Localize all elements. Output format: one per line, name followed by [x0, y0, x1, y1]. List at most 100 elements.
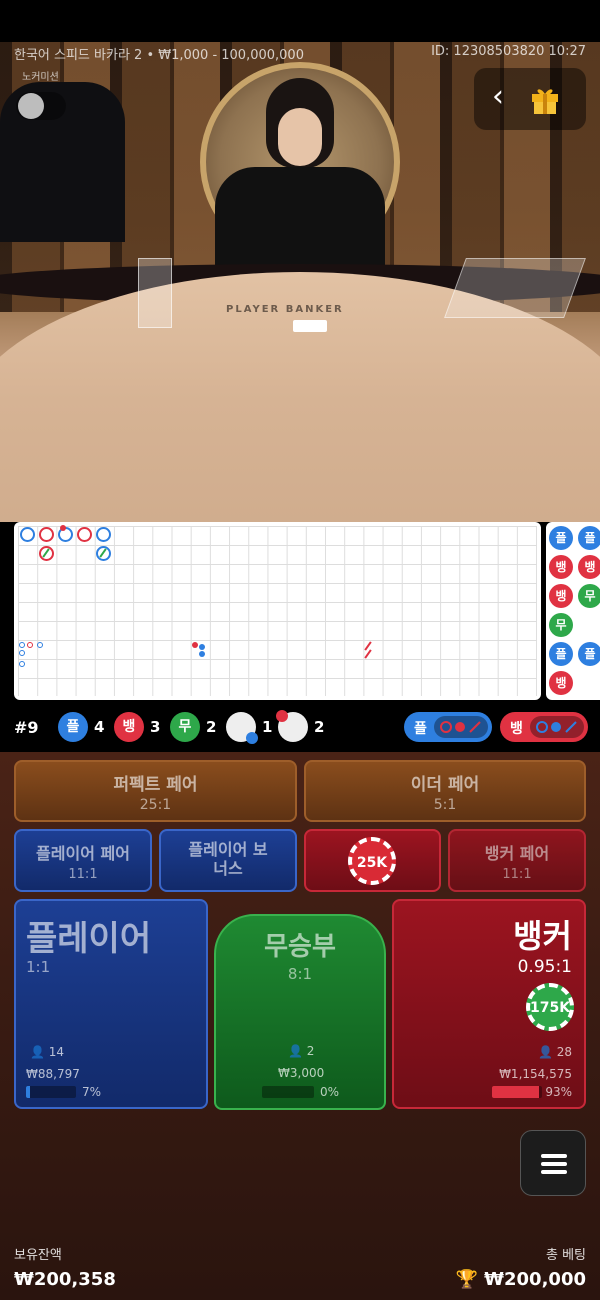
total-bet-value: 🏆 ₩200,000 [455, 1269, 586, 1290]
tie-bettors: 👤 2 [288, 1044, 314, 1058]
bet-chip: 175K [526, 983, 574, 1031]
dealer-face [278, 108, 322, 166]
bead-banker: 뱅 [549, 555, 573, 579]
result-stats: #9 플 4 뱅 3 무 2 1 2 플 뱅 [14, 710, 588, 744]
small-road-mark [19, 642, 25, 648]
small-road-mark [19, 650, 25, 656]
pair-dot [60, 525, 66, 531]
banker-pair-bet[interactable]: 뱅커 페어 11:1 [448, 829, 586, 892]
banker-bettors: 👤 28 [538, 1045, 572, 1059]
gift-icon[interactable] [528, 82, 562, 116]
player-pair-icon [226, 712, 258, 744]
balance-label: 보유잔액 [14, 1248, 62, 1263]
player-pair-label: 플레이어 페어 [36, 844, 130, 863]
banker-bettors-count: 28 [556, 1045, 572, 1059]
banker-pair-count: 2 [314, 718, 325, 736]
bet-chip: 25K [348, 837, 396, 885]
bead-road[interactable]: 플 플 뱅 뱅 뱅 무 무 플 플 뱅 [546, 522, 600, 700]
either-pair-bet[interactable]: 이더 페어 5:1 [304, 760, 586, 822]
tie-percent: 0% [320, 1085, 340, 1099]
perfect-pair-bet[interactable]: 퍼펙트 페어 25:1 [14, 760, 297, 822]
bead-player: 플 [578, 642, 600, 666]
perfect-pair-odds: 25:1 [139, 797, 172, 813]
banker-progress-fill [492, 1086, 539, 1098]
card [293, 320, 327, 332]
bead-tie: 무 [549, 613, 573, 637]
either-pair-label: 이더 페어 [410, 775, 480, 795]
player-ask-button[interactable]: 플 [404, 712, 492, 742]
bead-player: 플 [549, 526, 573, 550]
table-info: 한국어 스피드 바카라 2 • ₩1,000 - 100,000,000 [14, 48, 304, 63]
banker-stat-badge: 뱅 [114, 712, 144, 742]
player-bettors-count: 14 [48, 1045, 65, 1059]
road-banker-mark [77, 527, 92, 542]
bead-tie: 무 [578, 584, 600, 608]
banker-percent: 93% [545, 1085, 572, 1099]
player-pair-count: 1 [262, 718, 273, 736]
small-road-dot [199, 651, 205, 657]
banker-label: 뱅커 [513, 917, 572, 955]
bead-banker: 뱅 [549, 671, 573, 695]
player-progress [26, 1086, 76, 1098]
player-progress-fill [26, 1086, 30, 1098]
tie-bet[interactable]: 무승부 8:1 👤 2 ₩3,000 0% [214, 914, 386, 1110]
menu-button[interactable] [520, 1130, 586, 1196]
player-bonus-bet[interactable]: 플레이어 보너스 [159, 829, 297, 892]
total-bet-label: 총 베팅 [545, 1248, 586, 1263]
user-icon: 👤 [30, 1045, 45, 1059]
total-bet: 총 베팅 🏆 ₩200,000 [455, 1244, 586, 1290]
road-player-mark [96, 527, 111, 542]
round-number: #9 [14, 718, 39, 737]
status-bar [0, 0, 600, 42]
player-pair-odds: 11:1 [68, 867, 98, 882]
tie-stat-badge: 무 [170, 712, 200, 742]
toggle-knob [18, 93, 44, 119]
player-stat-badge: 플 [58, 712, 88, 742]
tie-label: 무승부 [264, 932, 336, 962]
banker-progress [492, 1086, 542, 1098]
big-road-roadmap[interactable] [14, 522, 541, 700]
bead-player: 플 [578, 526, 600, 550]
menu-icon-line [541, 1162, 567, 1166]
bead-player: 플 [549, 642, 573, 666]
no-commission-label: 노커미션 [22, 72, 59, 83]
banker-bonus-bet[interactable]: 25K [304, 829, 441, 892]
game-id: ID: 12308503820 10:27 [431, 44, 586, 59]
banker-bet[interactable]: 뱅커 0.95:1 175K 👤 28 ₩1,154,575 93% [392, 899, 586, 1109]
tie-amount: ₩3,000 [278, 1066, 325, 1080]
banker-odds: 0.95:1 [517, 957, 572, 977]
total-bet-amount: ₩200,000 [484, 1269, 586, 1290]
small-road-mark [37, 642, 43, 648]
menu-icon [541, 1154, 567, 1158]
balance: 보유잔액 ₩200,358 [14, 1244, 116, 1290]
tie-odds: 8:1 [287, 965, 313, 983]
banker-count: 3 [150, 718, 161, 736]
discard-holder [138, 258, 172, 328]
commission-toggle[interactable] [16, 92, 66, 120]
trophy-icon: 🏆 [455, 1269, 478, 1290]
tie-bettors-count: 2 [306, 1044, 315, 1058]
tie-count: 2 [206, 718, 217, 736]
small-road-mark [27, 642, 33, 648]
banker-pair-odds: 11:1 [502, 867, 532, 882]
chevron-left-icon[interactable]: ‹ [492, 82, 520, 116]
banker-ask-preview [530, 716, 584, 738]
top-right-controls: ‹ [474, 68, 586, 130]
small-road-mark [19, 661, 25, 667]
bead-banker: 뱅 [549, 584, 573, 608]
card-shoe [444, 258, 586, 318]
either-pair-odds: 5:1 [433, 797, 457, 813]
road-player-mark [20, 527, 35, 542]
player-amount: ₩88,797 [26, 1067, 80, 1081]
user-icon: 👤 [537, 1045, 553, 1059]
table-print: PLAYER BANKER [226, 304, 344, 315]
banker-ask-button[interactable]: 뱅 [500, 712, 588, 742]
player-bet[interactable]: 플레이어 1:1 👤 14 ₩88,797 7% [14, 899, 208, 1109]
small-road-dot [199, 644, 205, 650]
menu-icon-line [541, 1170, 567, 1174]
banker-amount: ₩1,154,575 [499, 1067, 572, 1081]
banker-pair-icon [276, 710, 308, 742]
user-icon: 👤 [288, 1044, 303, 1058]
banker-pair-label: 뱅커 페어 [484, 844, 550, 863]
player-pair-bet[interactable]: 플레이어 페어 11:1 [14, 829, 152, 892]
